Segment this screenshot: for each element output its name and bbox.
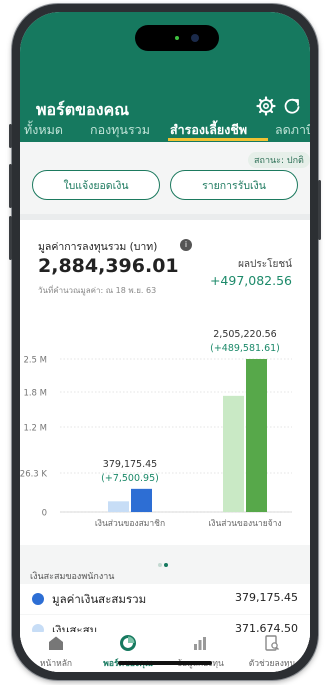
- y-tick-label: 2.5 M: [23, 356, 47, 366]
- phone-screen: พอร์ตของคุณ ทั้งหมด กองทุนรวม สำรองเลี้ย…: [20, 12, 310, 672]
- tabbar-fund-info[interactable]: ข้อมูลกองทุน: [164, 632, 236, 672]
- phone-frame: พอร์ตของคุณ ทั้งหมด กองทุนรวม สำรองเลี้ย…: [9, 4, 321, 680]
- pager-dot-active: [164, 563, 168, 567]
- y-tick-label: 1.8 M: [23, 389, 47, 399]
- phone-power-button: [318, 180, 321, 240]
- income-list-button[interactable]: รายการรับเงิน: [170, 170, 298, 200]
- status-badge: สถานะ: ปกติ: [248, 152, 310, 168]
- refresh-icon[interactable]: [282, 96, 302, 116]
- active-tab-indicator: [168, 138, 268, 141]
- row-label: มูลค่าเงินสะสมรวม: [52, 592, 147, 606]
- document-search-icon: [265, 635, 279, 651]
- tabbar-portfolio[interactable]: พอร์ตของคุณ: [92, 632, 164, 672]
- y-tick-label: 0: [42, 509, 47, 519]
- bottom-tab-bar: หน้าหลัก พอร์ตของคุณ ข้อมูลกองทุน: [20, 632, 310, 672]
- total-investment-value: 2,884,396.01: [38, 255, 179, 277]
- bar-total-label: 2,505,220.56: [213, 329, 276, 340]
- section-title: เงินสะสมของพนักงาน: [30, 572, 115, 582]
- tab-all[interactable]: ทั้งหมด: [24, 120, 63, 140]
- camera-icon: [191, 34, 199, 42]
- portfolio-pie-icon: [120, 635, 136, 651]
- list-item: มูลค่าเงินสะสมรวม 379,175.45: [20, 584, 310, 614]
- bar: [223, 395, 244, 512]
- tabbar-label: หน้าหลัก: [39, 659, 73, 669]
- row-value: 379,175.45: [235, 591, 298, 604]
- bar: [108, 501, 129, 512]
- home-indicator: [118, 661, 212, 665]
- chart-pager: [157, 552, 169, 571]
- bar-chart-icon: [194, 637, 206, 650]
- home-icon: [49, 636, 63, 650]
- dynamic-island: [135, 25, 219, 51]
- tab-provident-fund[interactable]: สำรองเลี้ยงชีพ: [170, 120, 247, 140]
- profit-label: ผลประโยชน์: [238, 259, 292, 270]
- profit-value: +497,082.56: [209, 273, 292, 288]
- bar-total-label: 379,175.45: [103, 459, 157, 470]
- calculation-date: วันที่คำนวณมูลค่า: ณ 18 พ.ย. 63: [38, 286, 157, 295]
- phone-side-button: [9, 124, 12, 148]
- total-investment-label: มูลค่าการลงทุนรวม (บาท): [38, 241, 158, 253]
- x-category-label: เงินส่วนของนายจ้าง: [208, 518, 281, 529]
- phone-volume-button: [9, 164, 12, 208]
- y-tick-label: 626.3 K: [20, 470, 47, 480]
- tabbar-investment-helper[interactable]: ตัวช่วยลงทุน: [236, 632, 308, 672]
- tab-mutual-funds[interactable]: กองทุนรวม: [90, 120, 150, 140]
- tabbar-label: ตัวช่วยลงทุน: [248, 659, 296, 669]
- contribution-bar-chart: 2.5 M 1.8 M 1.2 M 626.3 K 0 379,175.45 (+7,500…: [20, 329, 292, 529]
- info-icon[interactable]: i: [180, 239, 192, 251]
- bar: [246, 359, 267, 512]
- settings-gear-icon[interactable]: [256, 96, 276, 116]
- legend-dot: [32, 593, 44, 605]
- bar-gain-label: (+7,500.95): [101, 473, 159, 484]
- bar: [131, 488, 152, 512]
- tabbar-home[interactable]: หน้าหลัก: [20, 632, 92, 672]
- phone-volume-button: [9, 216, 12, 260]
- x-category-label: เงินส่วนของสมาชิก: [95, 519, 165, 529]
- statement-button[interactable]: ใบแจ้งยอดเงิน: [32, 170, 160, 200]
- tab-tax-saving[interactable]: ลดภาษี: [275, 120, 310, 140]
- y-tick-label: 1.2 M: [23, 424, 47, 434]
- indicator-dot: [175, 36, 179, 40]
- bar-gain-label: (+489,581.61): [210, 343, 280, 354]
- pager-dot: [158, 563, 162, 567]
